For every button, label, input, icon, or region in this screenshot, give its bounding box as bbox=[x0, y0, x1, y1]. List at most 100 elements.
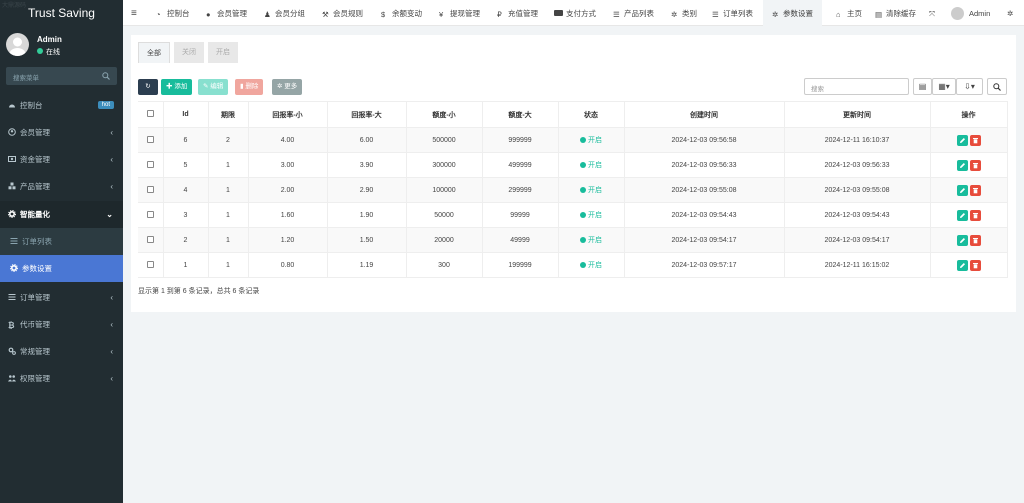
refresh-button[interactable]: ↻ bbox=[138, 79, 158, 95]
tab-all[interactable]: 全部 bbox=[138, 42, 170, 63]
sidebar-item-label: 智能量化 bbox=[20, 210, 50, 219]
table-cell: 2024-12-03 09:55:08 bbox=[784, 177, 931, 203]
sidebar-item-permissions[interactable]: 权限管理 ‹ bbox=[0, 365, 123, 392]
row-checkbox[interactable] bbox=[138, 227, 164, 253]
more-button[interactable]: ✲ 更多 bbox=[272, 79, 303, 95]
table-row[interactable]: 4 1 2.00 2.90 100000 299999 开启 2024-12-03 09:55… bbox=[138, 177, 1008, 203]
gear-icon: ✲ bbox=[671, 10, 678, 19]
admin-user-menu[interactable]: Admin bbox=[951, 0, 990, 26]
topnav-balance-changes[interactable]: $ 余额变动 bbox=[381, 0, 422, 26]
column-header[interactable]: 创建时间 bbox=[624, 101, 785, 128]
row-checkbox[interactable] bbox=[138, 127, 164, 153]
column-header[interactable]: 状态 bbox=[558, 101, 625, 128]
avatar bbox=[951, 7, 964, 20]
row-edit-button[interactable] bbox=[956, 184, 968, 196]
column-header[interactable]: Id bbox=[163, 101, 209, 128]
column-header[interactable]: 额度-小 bbox=[406, 101, 483, 128]
search-placeholder: 搜索 bbox=[811, 86, 824, 93]
row-edit-button[interactable] bbox=[956, 159, 968, 171]
row-checkbox[interactable] bbox=[138, 152, 164, 178]
row-edit-button[interactable] bbox=[956, 234, 968, 246]
topnav-params[interactable]: ✲ 参数设置 bbox=[763, 0, 822, 26]
row-edit-button[interactable] bbox=[956, 209, 968, 221]
fullscreen-icon[interactable]: ⤧ bbox=[929, 0, 935, 26]
row-delete-button[interactable] bbox=[969, 159, 981, 171]
sidebar-item-general[interactable]: 常规管理 ‹ bbox=[0, 338, 123, 365]
row-delete-button[interactable] bbox=[969, 234, 981, 246]
column-header[interactable]: 回报率-大 bbox=[327, 101, 407, 128]
column-header[interactable]: 期限 bbox=[208, 101, 249, 128]
status-badge: 开启 bbox=[588, 137, 602, 144]
sidebar-item-label: 控制台 bbox=[20, 101, 43, 110]
column-header[interactable]: 更新时间 bbox=[784, 101, 931, 128]
table-row[interactable]: 5 1 3.00 3.90 300000 499999 开启 2024-12-03 09:56… bbox=[138, 152, 1008, 178]
row-edit-button[interactable] bbox=[956, 134, 968, 146]
sidebar-item-quant[interactable]: 智能量化 ⌄ bbox=[0, 201, 123, 228]
row-delete-button[interactable] bbox=[969, 259, 981, 271]
table-row[interactable]: 1 1 0.80 1.19 300 199999 开启 2024-12-03 09:57:17… bbox=[138, 252, 1008, 278]
sidebar-item-params[interactable]: 参数设置 bbox=[0, 255, 123, 282]
advanced-search-button[interactable] bbox=[987, 78, 1007, 95]
topnav-product-list[interactable]: ☰ 产品列表 bbox=[613, 0, 654, 26]
column-header[interactable]: 回报率-小 bbox=[248, 101, 328, 128]
clear-cache-button[interactable]: ▤ 清除缓存 bbox=[875, 0, 916, 26]
topnav-categories[interactable]: ✲ 类别 bbox=[671, 0, 697, 26]
topnav-members[interactable]: ● 会员管理 bbox=[206, 0, 247, 26]
topnav-label: 订单列表 bbox=[723, 9, 753, 18]
row-checkbox[interactable] bbox=[138, 202, 164, 228]
delete-button[interactable]: ▮ 删除 bbox=[235, 79, 264, 95]
export-dropdown[interactable]: ⇩▾ bbox=[956, 78, 983, 95]
table-row[interactable]: 3 1 1.60 1.90 50000 99999 开启 2024-12-03 09:54:4… bbox=[138, 202, 1008, 228]
add-button[interactable]: ✚ 添加 bbox=[161, 79, 193, 95]
topnav-dashboard[interactable]: ◔ 控制台 bbox=[156, 0, 190, 26]
topnav-label: 支付方式 bbox=[566, 9, 596, 18]
admin-name: Admin bbox=[969, 9, 991, 18]
toggle-view-button[interactable]: ▤ bbox=[913, 78, 932, 95]
edit-button[interactable]: ✎ 编辑 bbox=[198, 79, 229, 95]
sidebar-item-order-list[interactable]: 订单列表 bbox=[0, 228, 123, 255]
topnav-member-rules[interactable]: ⚒ 会员规则 bbox=[322, 0, 363, 26]
topnav-recharge[interactable]: ₽ 充值管理 bbox=[497, 0, 538, 26]
topnav-home[interactable]: ⌂ 主页 bbox=[836, 0, 862, 26]
table-row[interactable]: 2 1 1.20 1.50 20000 49999 开启 2024-12-03 09:54:1… bbox=[138, 227, 1008, 253]
dashboard-icon bbox=[9, 104, 15, 108]
topnav-label: 会员规则 bbox=[333, 9, 363, 18]
row-delete-button[interactable] bbox=[969, 184, 981, 196]
sidebar-item-funds[interactable]: 资金管理 ‹ bbox=[0, 146, 123, 173]
topnav-payment-methods[interactable]: 支付方式 bbox=[554, 0, 596, 26]
sidebar-item-orders[interactable]: 订单管理 ‹ bbox=[0, 284, 123, 311]
table-cell: 2024-12-11 16:10:37 bbox=[784, 127, 931, 153]
sidebar-item-products[interactable]: 产品管理 ‹ bbox=[0, 173, 123, 200]
select-all-checkbox[interactable] bbox=[138, 101, 164, 128]
sidebar-item-dashboard[interactable]: 控制台 hot bbox=[0, 92, 123, 119]
table-cell: 300 bbox=[406, 252, 483, 278]
columns-dropdown[interactable]: ▦▾ bbox=[932, 78, 956, 95]
sidebar-item-tokens[interactable]: ₿ 代币管理 ‹ bbox=[0, 311, 123, 338]
trash-icon bbox=[972, 262, 978, 268]
table-cell: 5 bbox=[163, 152, 209, 178]
topnav-member-groups[interactable]: ♟ 会员分组 bbox=[264, 0, 305, 26]
topnav-order-list[interactable]: ☰ 订单列表 bbox=[712, 0, 753, 26]
settings-icon[interactable]: ✲ bbox=[1007, 0, 1013, 26]
row-actions bbox=[930, 227, 1008, 253]
tab-open[interactable]: 开启 bbox=[208, 42, 238, 63]
column-header[interactable]: 额度-大 bbox=[482, 101, 559, 128]
row-edit-button[interactable] bbox=[956, 259, 968, 271]
status-badge: 开启 bbox=[588, 162, 602, 169]
trash-icon bbox=[972, 237, 978, 243]
chevron-left-icon: ‹ bbox=[110, 128, 113, 137]
bitcoin-icon: ₿ bbox=[8, 321, 15, 330]
status-cell: 开启 bbox=[558, 152, 625, 178]
avatar[interactable] bbox=[6, 33, 29, 56]
tab-closed[interactable]: 关闭 bbox=[174, 42, 204, 63]
sidebar-item-members[interactable]: 会员管理 ‹ bbox=[0, 119, 123, 146]
topnav-withdrawals[interactable]: ¥ 提现管理 bbox=[439, 0, 480, 26]
row-delete-button[interactable] bbox=[969, 209, 981, 221]
row-checkbox[interactable] bbox=[138, 252, 164, 278]
menu-toggle-icon[interactable]: ≡ bbox=[131, 0, 137, 26]
row-delete-button[interactable] bbox=[969, 134, 981, 146]
row-checkbox[interactable] bbox=[138, 177, 164, 203]
sidebar-search-input[interactable]: 搜索菜单 bbox=[6, 67, 117, 85]
table-row[interactable]: 6 2 4.00 6.00 500000 999999 开启 2024-12-03 09:56… bbox=[138, 127, 1008, 153]
table-search-input[interactable]: 搜索 bbox=[804, 78, 909, 95]
